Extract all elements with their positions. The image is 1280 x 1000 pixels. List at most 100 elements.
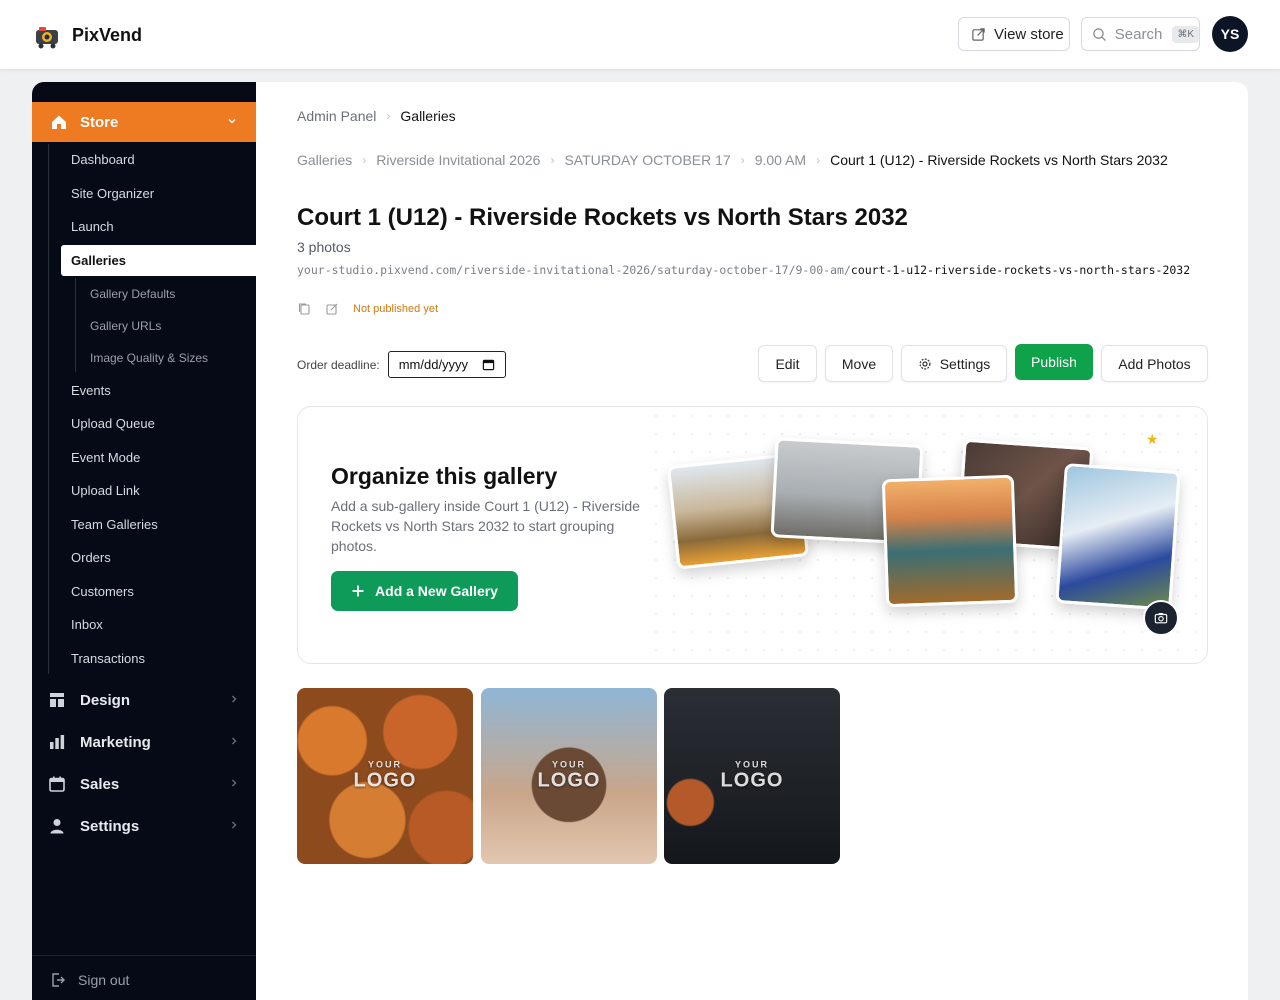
breadcrumb-day[interactable]: SATURDAY OCTOBER 17 <box>564 152 730 168</box>
breadcrumb-top: Admin Panel › Galleries <box>297 108 456 124</box>
chevron-right-icon <box>232 821 237 829</box>
gallery-url-slug: court-1-u12-riverside-rockets-vs-north-s… <box>850 263 1191 277</box>
sidebar-item-site-organizer[interactable]: Site Organizer <box>71 186 154 201</box>
brand[interactable]: PixVend <box>32 20 142 50</box>
publish-status: Not published yet <box>353 303 438 315</box>
watermark-line1: YOUR <box>367 759 403 770</box>
photo-thumbnail[interactable]: YOUR LOGO <box>664 688 840 864</box>
edit-button[interactable]: Edit <box>758 345 817 382</box>
gallery-meta: Not published yet <box>297 302 438 316</box>
settings-button[interactable]: Settings <box>901 345 1007 382</box>
settings-label: Settings <box>939 355 991 372</box>
sidebar-item-upload-queue[interactable]: Upload Queue <box>71 416 155 431</box>
chevron-right-icon <box>232 695 237 703</box>
gear-icon <box>919 357 931 370</box>
sidebar-divider <box>32 955 256 956</box>
photo-thumbnail[interactable]: YOUR LOGO <box>481 688 657 864</box>
photo-thumbnail[interactable]: YOUR LOGO <box>297 688 473 864</box>
sidebar-store-toggle[interactable]: Store <box>32 102 265 142</box>
sign-out-button[interactable]: Sign out <box>50 972 129 988</box>
sidebar-tree-line <box>48 144 49 674</box>
gallery-url: your-studio.pixvend.com/riverside-invita… <box>297 262 1207 278</box>
sidebar-store-label: Store <box>80 113 119 131</box>
football-photo <box>1055 463 1181 611</box>
sidebar-group-label: Settings <box>80 817 140 835</box>
sidebar-group-label: Sales <box>80 775 120 793</box>
sidebar-group-settings[interactable]: Settings <box>48 811 240 841</box>
watermark-line2: LOGO <box>353 769 417 792</box>
chevron-right-icon <box>232 737 237 745</box>
sidebar-item-inbox[interactable]: Inbox <box>71 617 103 632</box>
edit-external-icon <box>972 27 985 41</box>
chevron-right-icon: › <box>816 153 821 167</box>
view-store-button[interactable]: View store <box>958 17 1070 51</box>
watermark: YOUR LOGO <box>354 760 417 793</box>
chevron-right-icon: › <box>740 153 745 167</box>
chevron-down-icon <box>228 119 236 124</box>
user-avatar[interactable]: YS <box>1212 16 1248 52</box>
sidebar-item-orders[interactable]: Orders <box>71 550 111 565</box>
date-placeholder: mm/dd/yyyy <box>398 357 469 372</box>
watermark-line1: YOUR <box>734 759 770 770</box>
sidebar-item-transactions[interactable]: Transactions <box>71 651 145 666</box>
add-new-gallery-label: Add a New Gallery <box>375 583 498 599</box>
organize-description: Add a sub-gallery inside Court 1 (U12) -… <box>331 498 640 554</box>
sidebar-group-marketing[interactable]: Marketing <box>48 727 240 757</box>
order-deadline-label: Order deadline: <box>297 357 380 372</box>
sidebar-item-image-quality[interactable]: Image Quality & Sizes <box>90 351 208 365</box>
sidebar-item-team-galleries[interactable]: Team Galleries <box>71 517 158 532</box>
sidebar-item-gallery-urls[interactable]: Gallery URLs <box>90 319 161 333</box>
sidebar-item-events[interactable]: Events <box>71 383 111 398</box>
sidebar-item-dashboard[interactable]: Dashboard <box>71 152 135 167</box>
publish-button[interactable]: Publish <box>1015 344 1093 380</box>
sidebar-group-design[interactable]: Design <box>48 685 240 715</box>
gallery-url-base: your-studio.pixvend.com/riverside-invita… <box>297 263 851 277</box>
sidebar-item-upload-link[interactable]: Upload Link <box>71 483 140 498</box>
search-shortcut: ⌘K <box>1172 25 1199 43</box>
sidebar-group-sales[interactable]: Sales <box>48 769 240 799</box>
star-icon: ★ <box>1146 431 1159 447</box>
home-icon <box>52 115 66 129</box>
search-button[interactable]: Search ⌘K <box>1081 17 1200 51</box>
breadcrumb-event[interactable]: Riverside Invitational 2026 <box>376 152 540 168</box>
calendar-icon <box>49 776 65 792</box>
add-photos-button[interactable]: Add Photos <box>1101 345 1208 382</box>
coast-photo <box>881 474 1019 608</box>
view-store-label: View store <box>994 25 1064 43</box>
sidebar-item-gallery-defaults[interactable]: Gallery Defaults <box>90 287 175 301</box>
edit-icon[interactable] <box>325 302 339 316</box>
sidebar: Store Dashboard Site Organizer Launch Ga… <box>32 82 265 1000</box>
sidebar-group-label: Design <box>80 691 131 709</box>
breadcrumb-time[interactable]: 9.00 AM <box>755 152 806 168</box>
sidebar-item-galleries[interactable]: Galleries <box>61 245 256 276</box>
sidebar-item-customers[interactable]: Customers <box>71 584 134 599</box>
top-bar: PixVend View store Search ⌘K YS <box>0 0 1280 70</box>
layout-icon <box>50 693 64 707</box>
move-button[interactable]: Move <box>825 345 893 382</box>
camera-icon <box>1154 613 1168 624</box>
search-icon <box>1093 27 1106 41</box>
breadcrumb-current: Court 1 (U12) - Riverside Rockets vs Nor… <box>830 152 1168 168</box>
add-new-gallery-button[interactable]: Add a New Gallery <box>331 571 518 611</box>
sidebar-item-event-mode[interactable]: Event Mode <box>71 450 140 465</box>
main-panel: Admin Panel › Galleries Galleries › Rive… <box>256 82 1248 1000</box>
plus-icon <box>352 585 364 597</box>
sidebar-item-launch[interactable]: Launch <box>71 219 114 234</box>
copy-icon[interactable] <box>297 302 311 316</box>
camera-button[interactable] <box>1143 600 1179 636</box>
calendar-icon[interactable] <box>482 358 495 371</box>
page-title: Court 1 (U12) - Riverside Rockets vs Nor… <box>297 204 908 231</box>
photo-count: 3 photos <box>297 239 351 255</box>
breadcrumb-admin-panel[interactable]: Admin Panel <box>297 108 376 124</box>
watermark-line1: YOUR <box>551 759 587 770</box>
pixvend-logo-icon <box>36 27 58 49</box>
watermark-line2: LOGO <box>537 769 601 792</box>
bar-chart-icon <box>50 735 65 749</box>
watermark: YOUR LOGO <box>538 760 601 793</box>
order-deadline-input[interactable]: mm/dd/yyyy <box>387 351 506 378</box>
sidebar-group-label: Marketing <box>80 733 151 751</box>
organize-card: Organize this gallery Add a sub-gallery … <box>297 406 1208 664</box>
brand-name: PixVend <box>72 24 143 45</box>
breadcrumb-galleries-link[interactable]: Galleries <box>297 152 352 168</box>
watermark: YOUR LOGO <box>721 760 784 793</box>
